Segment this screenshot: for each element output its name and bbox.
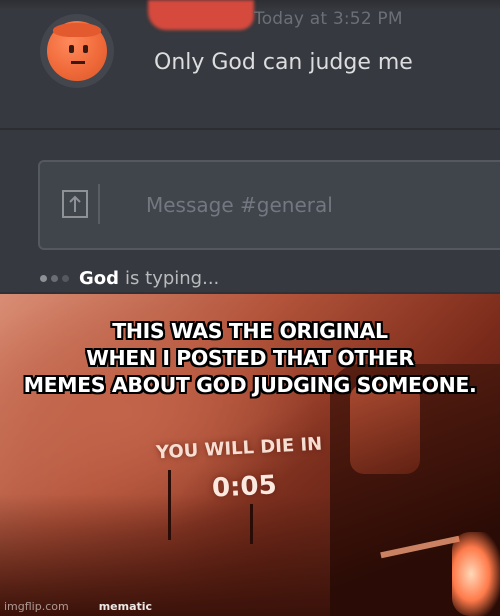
- message-composer: [38, 160, 500, 250]
- roadside-post: [250, 504, 253, 544]
- caption-line: WHEN I POSTED THAT OTHER: [86, 346, 414, 370]
- overlay-die-text: YOU WILL DIE IN: [155, 433, 323, 464]
- chat-panel: Today at 3:52 PM Only God can judge me G…: [0, 0, 500, 292]
- road-shadow: [0, 494, 360, 616]
- avatar-mouth: [71, 61, 85, 64]
- typing-indicator: God is typing...: [40, 268, 219, 289]
- message-text: Only God can judge me: [154, 50, 413, 75]
- roadside-post: [168, 470, 171, 540]
- message-timestamp: Today at 3:52 PM: [254, 9, 403, 29]
- truck-headlight: [452, 532, 500, 616]
- avatar-eye-left: [69, 45, 74, 53]
- typing-dots-icon: [40, 275, 69, 282]
- meme-caption: THIS WAS THE ORIGINAL WHEN I POSTED THAT…: [0, 318, 500, 399]
- avatar-hair: [53, 23, 101, 37]
- upload-icon: [62, 190, 88, 218]
- message-input[interactable]: [144, 192, 448, 218]
- typing-user: God: [79, 268, 120, 289]
- upload-button[interactable]: [52, 184, 100, 224]
- redacted-username[interactable]: [148, 0, 254, 30]
- avatar-eye-right: [83, 45, 88, 53]
- mematic-watermark: mematic: [98, 600, 153, 613]
- caption-line: THIS WAS THE ORIGINAL: [112, 319, 388, 343]
- imgflip-watermark: imgflip.com: [4, 600, 69, 613]
- watermark: imgflip.com mematic: [4, 600, 152, 613]
- countdown-timer: 0:05: [211, 470, 278, 504]
- caption-line: MEMES ABOUT GOD JUDGING SOMEONE.: [23, 373, 477, 397]
- meme-image: THIS WAS THE ORIGINAL WHEN I POSTED THAT…: [0, 294, 500, 616]
- avatar-face: [47, 21, 107, 81]
- divider: [0, 128, 500, 130]
- avatar[interactable]: [40, 14, 114, 88]
- typing-suffix: is typing...: [125, 268, 220, 289]
